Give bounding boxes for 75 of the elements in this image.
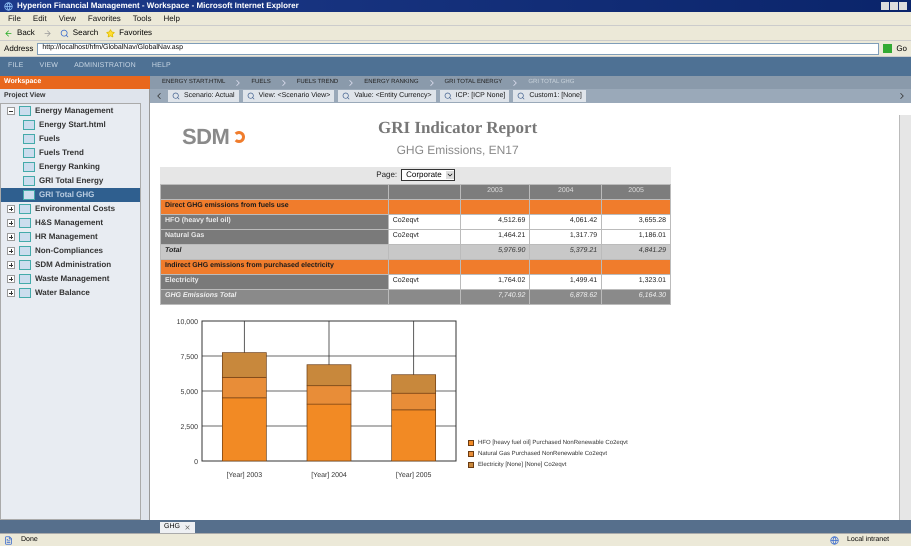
tree-item[interactable]: Non-Compliances bbox=[1, 244, 140, 258]
table-cell bbox=[602, 259, 670, 274]
search-icon bbox=[517, 92, 526, 100]
page-icon bbox=[19, 106, 31, 116]
window-controls-icon[interactable] bbox=[881, 2, 907, 10]
report-title: GRI Indicator Report bbox=[378, 117, 538, 139]
search-icon bbox=[60, 28, 69, 38]
page-icon bbox=[23, 190, 35, 200]
back-arrow-icon bbox=[4, 28, 13, 38]
tree-item[interactable]: Waste Management bbox=[1, 272, 140, 286]
table-cell bbox=[460, 259, 530, 274]
dropdown-arrow-icon bbox=[446, 171, 454, 179]
bar-segment bbox=[391, 374, 436, 394]
bar-segment bbox=[222, 352, 267, 378]
menu-item[interactable]: Edit bbox=[32, 12, 47, 24]
tree-item[interactable]: HR Management bbox=[1, 230, 140, 244]
page-icon bbox=[23, 148, 35, 158]
page-icon bbox=[19, 232, 31, 242]
tree-item[interactable]: Energy Ranking bbox=[1, 160, 140, 174]
tree-item[interactable]: Fuels bbox=[1, 132, 140, 146]
search-icon bbox=[342, 92, 350, 100]
table-cell bbox=[602, 199, 670, 214]
tree-item[interactable]: GRI Total GHG bbox=[1, 188, 140, 202]
search-icon bbox=[444, 92, 452, 100]
tree-item[interactable]: Environmental Costs bbox=[1, 202, 140, 216]
tree-item[interactable]: Energy Management bbox=[1, 104, 140, 118]
star-icon bbox=[106, 28, 116, 38]
collapse-icon[interactable] bbox=[7, 107, 15, 115]
zone-icon bbox=[830, 536, 839, 544]
page-icon bbox=[19, 274, 31, 284]
browser-icon bbox=[4, 2, 13, 10]
expand-icon[interactable] bbox=[7, 247, 15, 255]
page-icon bbox=[19, 246, 31, 256]
table-cell bbox=[460, 199, 530, 214]
page-icon bbox=[23, 162, 35, 172]
search-icon bbox=[172, 92, 180, 100]
tree-item[interactable]: Energy Start.html bbox=[1, 118, 140, 132]
expand-icon[interactable] bbox=[7, 289, 15, 297]
search-icon bbox=[246, 92, 255, 100]
go-button[interactable]: Go bbox=[883, 42, 907, 54]
back-button[interactable]: Back bbox=[4, 27, 35, 39]
menu-item[interactable]: Favorites bbox=[88, 12, 121, 24]
page-label: Page: bbox=[376, 169, 398, 181]
tree-item[interactable]: GRI Total Energy bbox=[1, 174, 140, 188]
tree-item[interactable]: SDM Administration bbox=[1, 258, 140, 272]
expand-icon[interactable] bbox=[7, 233, 15, 241]
page-icon bbox=[23, 120, 35, 130]
page-icon bbox=[19, 218, 31, 228]
page-icon bbox=[19, 288, 31, 298]
menu-item[interactable]: File bbox=[8, 12, 21, 24]
tree-item[interactable]: Fuels Trend bbox=[1, 146, 140, 160]
expand-icon[interactable] bbox=[7, 219, 15, 227]
tree-item[interactable]: Water Balance bbox=[1, 286, 140, 300]
report-subtitle: GHG Emissions, EN17 bbox=[396, 142, 519, 158]
vertical-scrollbar[interactable] bbox=[899, 115, 911, 520]
menu-item[interactable]: View bbox=[58, 12, 76, 24]
expand-icon[interactable] bbox=[7, 205, 15, 213]
tree-item[interactable]: H&S Management bbox=[1, 216, 140, 230]
favorites-button[interactable]: Favorites bbox=[106, 27, 152, 39]
page-icon bbox=[23, 176, 35, 186]
page-icon bbox=[19, 204, 31, 214]
window-title: Hyperion Financial Management - Workspace - Microsoft Internet Explorer bbox=[17, 0, 300, 12]
close-icon[interactable] bbox=[184, 524, 191, 531]
menu-item[interactable]: Tools bbox=[132, 12, 152, 24]
expand-icon[interactable] bbox=[7, 275, 15, 283]
expand-icon[interactable] bbox=[7, 261, 15, 269]
page-icon bbox=[4, 536, 13, 544]
address-label: Address bbox=[4, 42, 34, 54]
menu-item[interactable]: Help bbox=[163, 12, 180, 24]
page-dropdown[interactable]: Corporate bbox=[401, 169, 455, 181]
page-icon bbox=[19, 260, 31, 270]
bar-segment bbox=[306, 364, 352, 386]
search-button[interactable]: Search bbox=[60, 27, 98, 39]
company-logo: SDM bbox=[182, 120, 246, 154]
page-icon bbox=[23, 134, 35, 144]
